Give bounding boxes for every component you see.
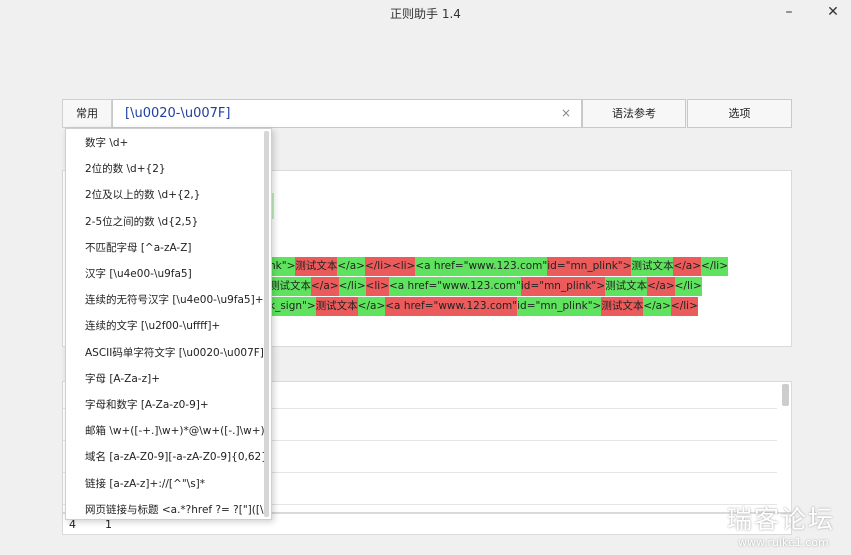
dropdown-item[interactable]: 2-5位之间的数 \d{2,5} [66, 209, 264, 235]
regex-input[interactable]: [\u0020-\u007F] × [112, 99, 582, 128]
common-patterns-button[interactable]: 常用 [62, 99, 112, 128]
match-segment: <li> [365, 277, 389, 296]
dropdown-item[interactable]: ASCII码单字符文字 [\u0020-\u007F] [66, 340, 264, 366]
dropdown-item[interactable]: 邮箱 \w+([-+.]\w+)*@\w+([-.]\w+) [66, 418, 264, 444]
highlight-line-3: k_sign">测试文本</a><a href="www.123.com" id… [269, 297, 698, 316]
dropdown-item[interactable]: 2位及以上的数 \d+{2,} [66, 182, 264, 208]
match-segment: 测试文本 [605, 277, 648, 296]
match-segment: 测试文本 [601, 297, 644, 316]
window-title: 正则助手 1.4 [390, 7, 461, 21]
match-segment: 测试文本 [269, 277, 311, 296]
highlight-line-2: 测试文本</a></li><li><a href="www.123.com" i… [269, 277, 702, 296]
regex-input-value[interactable]: [\u0020-\u007F] [125, 106, 230, 121]
match-segment: <a href="www.123.com" [388, 277, 521, 296]
match-segment: <li> [391, 257, 416, 276]
syntax-reference-button[interactable]: 语法参考 [582, 99, 686, 128]
match-segment: </a> [337, 257, 365, 276]
dropdown-item[interactable]: 网页链接与标题 <a.*?href ?= ?["]([\S [66, 497, 264, 519]
dropdown-item[interactable]: 连续的文字 [\u2f00-\uffff]+ [66, 313, 264, 339]
match-segment: id="mn_plink"> [520, 277, 606, 296]
match-segment: </li> [674, 277, 702, 296]
dropdown-item[interactable]: 汉字 [\u4e00-\u9fa5] [66, 261, 264, 287]
match-segment: </li> [338, 277, 366, 296]
dropdown-scrollbar[interactable] [264, 131, 269, 517]
match-segment: </a> [673, 257, 702, 276]
match-segment: </li> [670, 297, 698, 316]
dropdown-item[interactable]: 域名 [a-zA-Z0-9][-a-zA-Z0-9]{0,62} [66, 444, 264, 470]
watermark-text: 瑞客论坛 [727, 505, 836, 534]
highlight-line-1: nk">测试文本</a></li> <li><a href="www.123.c… [269, 257, 728, 276]
match-segment: </a> [311, 277, 339, 296]
match-segment: </a> [643, 297, 671, 316]
minimize-button[interactable]: – [777, 2, 801, 22]
match-segment: <a href="www.123.com" [385, 297, 518, 316]
results-scrollbar[interactable] [782, 384, 789, 406]
dropdown-item[interactable]: 2位的数 \d+{2} [66, 156, 264, 182]
match-segment: 测试文本 [631, 257, 674, 276]
match-segment: k_sign"> [269, 297, 316, 316]
title-bar: 正则助手 1.4 – ✕ [0, 0, 851, 28]
dropdown-item[interactable]: 数字 \d+ [66, 130, 264, 156]
match-segment: </a> [647, 277, 675, 296]
common-patterns-dropdown[interactable]: 数字 \d+ 2位的数 \d+{2} 2位及以上的数 \d+{2,} 2-5位之间的数… [65, 128, 272, 520]
match-segment: id="mn_plink"> [547, 257, 632, 276]
match-segment: 测试文本 [315, 297, 358, 316]
options-button[interactable]: 选项 [687, 99, 792, 128]
dropdown-item[interactable]: 连续的无符号汉字 [\u4e00-\u9fa5]+ [66, 287, 264, 313]
match-segment: 测试文本 [295, 257, 338, 276]
match-segment: <a href="www.123.com" [415, 257, 548, 276]
watermark-url: www.ruike1.com [738, 536, 829, 549]
match-segment: </li> [364, 257, 392, 276]
dropdown-item[interactable]: 链接 [a-zA-z]+://[^"\s]* [66, 471, 264, 497]
clear-icon[interactable]: × [561, 106, 571, 120]
dropdown-item[interactable]: 字母和数字 [A-Za-z0-9]+ [66, 392, 264, 418]
match-segment: </a> [357, 297, 386, 316]
match-segment: id="mn_plink"> [517, 297, 602, 316]
dropdown-item[interactable]: 不匹配字母 [^a-zA-Z] [66, 235, 264, 261]
match-segment: </li> [701, 257, 728, 276]
match-segment: nk"> [269, 257, 296, 276]
dropdown-item[interactable]: 字母 [A-Za-z]+ [66, 366, 264, 392]
close-button[interactable]: ✕ [821, 2, 845, 22]
